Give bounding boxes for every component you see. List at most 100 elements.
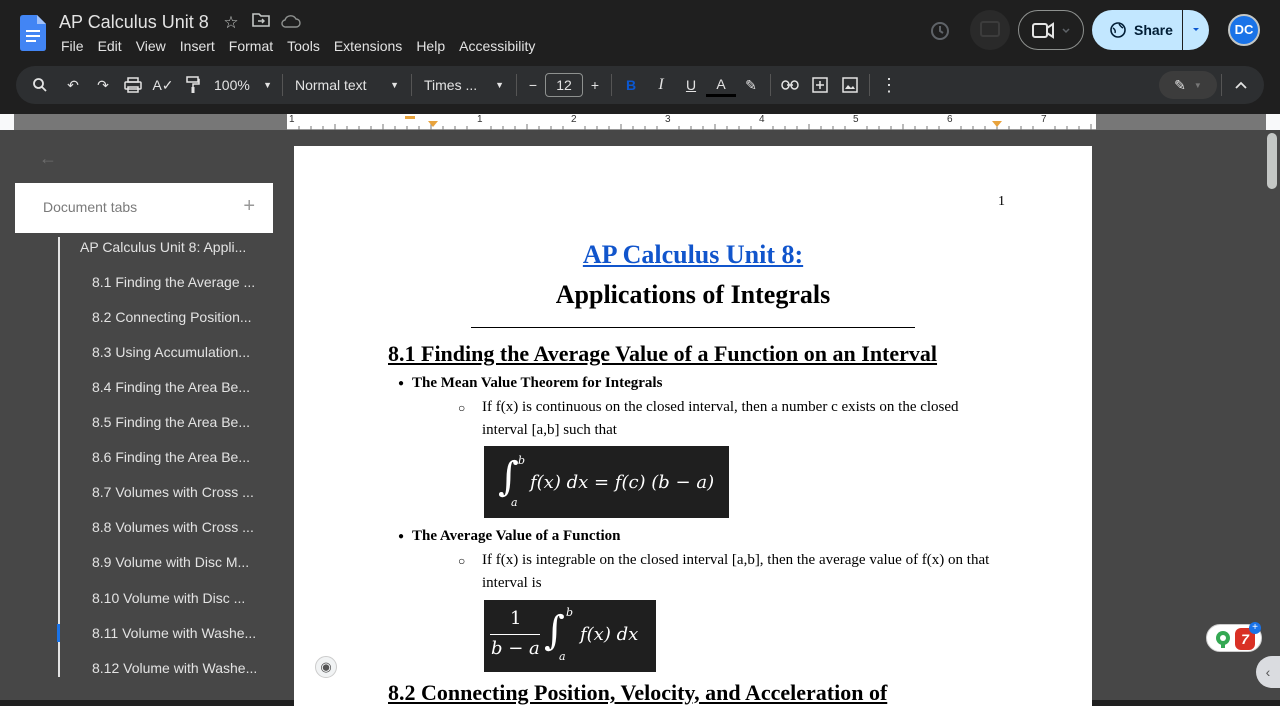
italic-button[interactable]: I (646, 71, 676, 99)
tab-item[interactable]: 8.5 Finding the Area Be... (92, 414, 250, 430)
equation-image[interactable]: ∫ b a f(x) dx = f(c) (b − a) (484, 446, 729, 518)
horizontal-rule (471, 327, 915, 328)
ruler-mark: 1 (289, 114, 295, 125)
zoom-value: 100% (214, 77, 250, 93)
integral-sign: ∫ (498, 454, 519, 500)
video-camera-icon (1032, 22, 1070, 39)
add-comment-icon[interactable] (805, 71, 835, 99)
ruler-mark: 4 (759, 114, 765, 125)
tab-item[interactable]: 8.10 Volume with Disc ... (92, 590, 245, 606)
document-tabs-header: Document tabs + (15, 183, 273, 233)
equation-body: f(x) dx (580, 624, 639, 645)
zoom-select[interactable]: 100% ▼ (208, 71, 278, 99)
formatting-toolbar: ↶ ↷ A✓ 100% ▼ Normal text ▼ Times ... ▼ … (16, 66, 1264, 104)
bold-button[interactable]: B (616, 71, 646, 99)
vertical-scrollbar[interactable] (1267, 133, 1277, 189)
collapse-menus-icon[interactable] (1226, 71, 1256, 99)
ruler-mark: 7 (1041, 114, 1047, 125)
caret-down-icon: ▼ (1193, 80, 1202, 90)
search-menus-icon[interactable] (22, 71, 58, 99)
integral-upper-limit: b (518, 454, 526, 467)
tab-item[interactable]: 8.4 Finding the Area Be... (92, 379, 250, 395)
font-value: Times ... (424, 77, 478, 93)
paragraph-style-value: Normal text (295, 77, 367, 93)
tab-item[interactable]: 8.3 Using Accumulation... (92, 344, 250, 360)
tab-item[interactable]: 8.2 Connecting Position... (92, 309, 252, 325)
ruler-margin-right (1096, 114, 1266, 130)
tab-item[interactable]: 8.12 Volume with Washe... (92, 660, 257, 676)
tab-item[interactable]: 8.6 Finding the Area Be... (92, 449, 250, 465)
decrease-font-size-button[interactable]: − (521, 71, 545, 99)
comment-icon (980, 21, 1000, 37)
equation-body: f(x) dx = f(c) (b − a) (530, 472, 715, 493)
spellcheck-icon[interactable]: A✓ (148, 71, 178, 99)
document-subtitle: Applications of Integrals (555, 280, 831, 309)
paint-format-icon[interactable] (178, 71, 208, 99)
tab-item[interactable]: 8.11 Volume with Washe... (92, 625, 256, 641)
tab-item[interactable]: 8.8 Volumes with Cross ... (92, 519, 254, 535)
ruler-mark: 1 (477, 114, 483, 125)
ruler-mark: 6 (947, 114, 953, 125)
integral-lower-limit: a (511, 496, 518, 509)
pencil-icon: ✎ (1174, 76, 1186, 93)
ruler-margin-left (14, 114, 287, 130)
insert-link-icon[interactable] (775, 71, 805, 99)
side-panel-toggle[interactable]: ‹ (1256, 656, 1280, 688)
tab-rail-active-indicator (57, 624, 60, 642)
integral-sign: ∫ (544, 608, 565, 654)
version-history-icon[interactable] (928, 19, 952, 43)
tab-rail (58, 237, 60, 677)
increase-font-size-button[interactable]: + (583, 71, 607, 99)
ruler-mark: 3 (665, 114, 671, 125)
caret-down-icon: ▼ (495, 80, 504, 90)
highlight-pen-icon[interactable]: ✎ (736, 71, 766, 99)
document-title-link[interactable]: AP Calculus Unit 8: (294, 240, 1092, 270)
text-color-button[interactable]: A (706, 73, 736, 97)
fingerprint-icon[interactable]: ◉ (315, 656, 337, 678)
meet-button[interactable] (1018, 10, 1084, 50)
equation-image[interactable]: 1 b − a ∫ b a f(x) dx (484, 600, 656, 672)
undo-icon[interactable]: ↶ (58, 71, 88, 99)
bullet-text: If f(x) is integrable on the closed inte… (458, 549, 1002, 595)
fraction-bar (490, 634, 540, 635)
document-tabs-label: Document tabs (43, 199, 138, 215)
ruler-mark: 2 (571, 114, 577, 125)
integral-upper-limit: b (566, 606, 574, 619)
tab-item[interactable]: 8.9 Volume with Disc M... (92, 554, 249, 570)
insert-image-icon[interactable] (835, 71, 865, 99)
top-bar: AP Calculus Unit 8 ☆ File Edit View Inse… (0, 0, 1280, 62)
caret-down-icon: ▼ (390, 80, 399, 90)
share-dropdown-button[interactable] (1183, 10, 1209, 50)
tab-item[interactable]: AP Calculus Unit 8: Appli... (80, 239, 246, 255)
share-button[interactable]: Share (1092, 10, 1182, 50)
globe-icon (1110, 22, 1126, 38)
page-number: 1 (998, 194, 1005, 209)
fraction-denominator: b − a (491, 638, 540, 659)
ruler-mark: 5 (853, 114, 859, 125)
font-select[interactable]: Times ... ▼ (416, 71, 512, 99)
plus-icon: + (1249, 622, 1261, 634)
ruler-text-area[interactable]: 1 1 2 3 4 5 6 7 (287, 114, 1096, 130)
section-heading: 8.1 Finding the Average Value of a Funct… (388, 341, 938, 366)
print-icon[interactable] (118, 71, 148, 99)
integral-lower-limit: a (559, 650, 566, 663)
share-label: Share (1134, 22, 1173, 38)
font-size-input[interactable]: 12 (545, 73, 583, 97)
add-tab-icon[interactable]: + (243, 195, 255, 218)
section-heading: 8.2 Connecting Position, Velocity, and A… (388, 680, 888, 705)
bullet-heading: The Average Value of a Function (398, 528, 621, 545)
more-options-icon[interactable]: ⋮ (874, 71, 904, 99)
extension-widget[interactable]: 7 + (1206, 622, 1262, 652)
bullet-text: If f(x) is continuous on the closed inte… (458, 396, 1002, 442)
tab-item[interactable]: 8.7 Volumes with Cross ... (92, 484, 254, 500)
paragraph-style-select[interactable]: Normal text ▼ (287, 71, 407, 99)
caret-down-icon (1193, 28, 1199, 31)
redo-icon[interactable]: ↷ (88, 71, 118, 99)
tab-item[interactable]: 8.1 Finding the Average ... (92, 274, 255, 290)
underline-button[interactable]: U (676, 71, 706, 99)
document-page[interactable]: 1 AP Calculus Unit 8: Applications of In… (294, 146, 1092, 706)
comments-button[interactable] (970, 10, 1010, 50)
back-arrow-icon[interactable]: ← (39, 148, 57, 169)
editing-mode-button[interactable]: ✎ ▼ (1159, 71, 1217, 99)
account-avatar[interactable]: DC (1228, 14, 1260, 46)
